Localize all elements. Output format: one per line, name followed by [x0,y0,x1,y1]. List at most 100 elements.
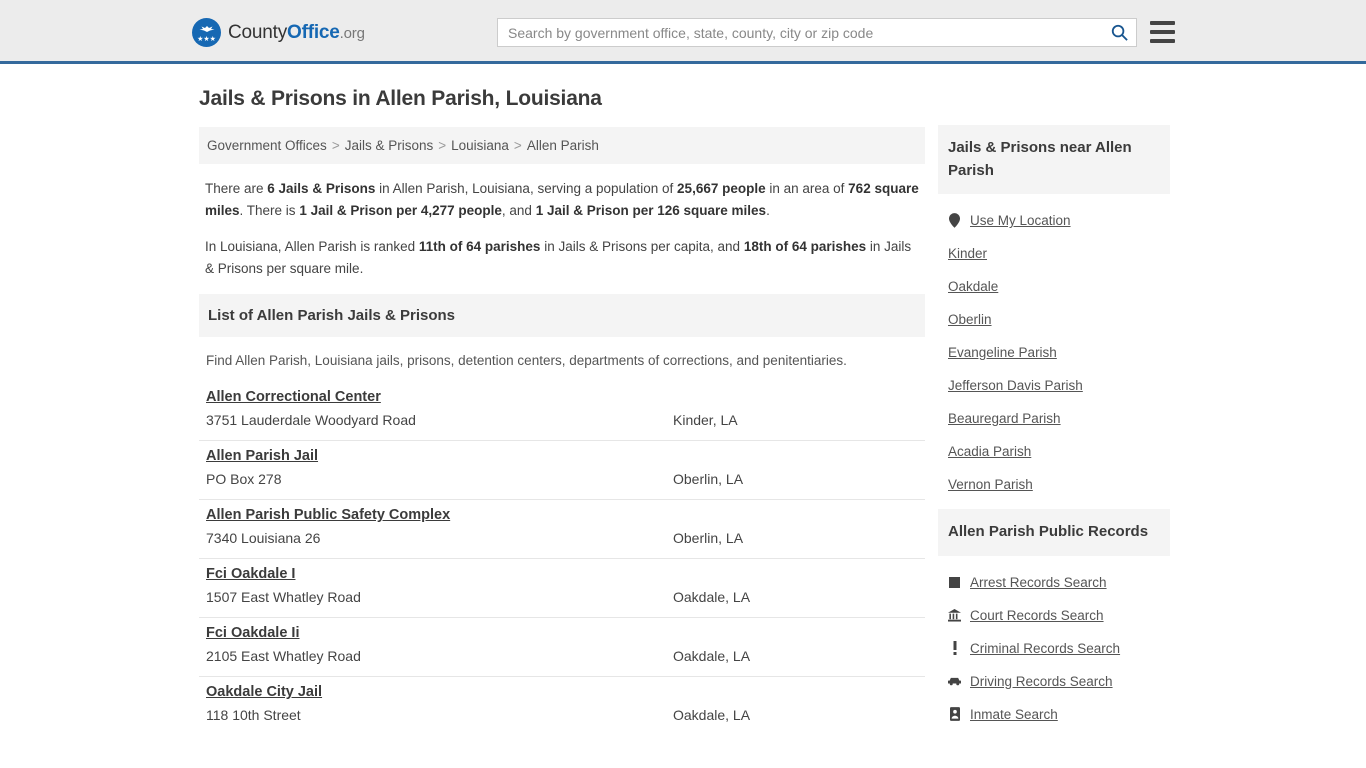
sidebar-item-label: Criminal Records Search [970,640,1121,656]
sidebar: Jails & Prisons near Allen Parish Use My… [938,125,1170,739]
public-records-body: Arrest Records Search Court Records Sear… [938,556,1170,735]
breadcrumb-item-2[interactable]: Louisiana [451,138,509,153]
stat-text: , and [501,202,536,218]
stat-text: in Jails & Prisons per capita, and [540,238,744,254]
sidebar-item-oberlin[interactable]: Oberlin [938,303,1170,336]
listing-row: Fci Oakdale Ii 2105 East Whatley Road Oa… [199,618,925,678]
sidebar-item-criminal-records-search[interactable]: Criminal Records Search [938,632,1170,665]
nearby-panel-body: Use My Location Kinder Oakdale Oberlin E… [938,194,1170,505]
listing-name-link[interactable]: Allen Correctional Center [206,389,381,405]
listings-container: Allen Correctional Center 3751 Lauderdal… [199,382,925,735]
search-button[interactable] [1102,19,1136,46]
sidebar-item-kinder[interactable]: Kinder [938,237,1170,270]
listing-address: 3751 Lauderdale Woodyard Road [206,412,416,429]
menu-bar-1 [1150,21,1175,25]
stat-value-per-area: 1 Jail & Prison per 126 square miles [535,202,767,218]
sidebar-item-label: Oberlin [948,312,992,327]
menu-bar-3 [1150,39,1175,43]
sidebar-item-label: Court Records Search [970,607,1104,623]
sidebar-item-jefferson-davis-parish[interactable]: Jefferson Davis Parish [938,369,1170,402]
sidebar-item-label: Vernon Parish [948,477,1033,492]
sidebar-item-label: Evangeline Parish [948,345,1057,360]
listing-city: Oberlin, LA [673,471,744,488]
nearby-panel-heading: Jails & Prisons near Allen Parish [938,125,1170,194]
sidebar-item-arrest-records-search[interactable]: Arrest Records Search [938,566,1170,599]
listing-detail-row: 1507 East Whatley Road Oakdale, LA [206,589,918,605]
sidebar-item-court-records-search[interactable]: Court Records Search [938,599,1170,632]
eagle-seal-icon: ★★★ [192,18,221,47]
statistics-block: There are 6 Jails & Prisons in Allen Par… [199,178,925,279]
breadcrumb-separator: > [331,138,340,153]
listing-row: Allen Parish Jail PO Box 278 Oberlin, LA [199,441,925,501]
listing-city: Kinder, LA [673,412,738,429]
sidebar-item-beauregard-parish[interactable]: Beauregard Parish [938,402,1170,435]
stat-rank-per-area: 18th of 64 parishes [743,238,867,254]
eagle-glyph [199,26,214,32]
search-icon [1111,24,1128,41]
listing-city: Oakdale, LA [673,648,751,665]
search-input[interactable] [498,19,1102,46]
stat-text: . There is [239,202,300,218]
listing-address: 7340 Louisiana 26 [206,530,321,547]
listing-city: Oakdale, LA [673,707,751,724]
fingerprint-square-icon [948,576,961,588]
main-content: Jails & Prisons in Allen Parish, Louisia… [199,87,925,735]
sidebar-item-label: Oakdale [948,279,999,294]
sidebar-item-evangeline-parish[interactable]: Evangeline Parish [938,336,1170,369]
listing-detail-row: 3751 Lauderdale Woodyard Road Kinder, LA [206,412,918,428]
site-header: ★★★ CountyOffice.org [0,0,1366,64]
stat-text: . [766,202,770,218]
listing-name-link[interactable]: Allen Parish Jail [206,448,318,464]
site-logo[interactable]: ★★★ CountyOffice.org [192,18,365,47]
listing-detail-row: 7340 Louisiana 26 Oberlin, LA [206,530,918,546]
listing-detail-row: 118 10th Street Oakdale, LA [206,707,918,723]
sidebar-item-oakdale[interactable]: Oakdale [938,270,1170,303]
sidebar-item-label: Jefferson Davis Parish [948,378,1083,393]
sidebar-item-label: Arrest Records Search [970,574,1107,590]
listing-name-link[interactable]: Allen Parish Public Safety Complex [206,507,450,523]
breadcrumb-item-0[interactable]: Government Offices [207,138,327,153]
exclamation-icon [948,641,961,655]
sidebar-item-inmate-search[interactable]: Inmate Search [938,698,1170,731]
sidebar-item-label: Driving Records Search [970,673,1113,689]
sidebar-item-acadia-parish[interactable]: Acadia Parish [938,435,1170,468]
public-records-panel: Allen Parish Public Records Arrest Recor… [938,509,1170,735]
listing-name-link[interactable]: Fci Oakdale Ii [206,625,300,641]
stat-value-per-capita: 1 Jail & Prison per 4,277 people [299,202,502,218]
public-records-heading: Allen Parish Public Records [938,509,1170,556]
nearby-panel: Jails & Prisons near Allen Parish Use My… [938,125,1170,505]
sidebar-item-use-my-location[interactable]: Use My Location [938,204,1170,237]
listing-city: Oakdale, LA [673,589,751,606]
logo-text-org: .org [339,24,365,42]
stat-rank-per-capita: 11th of 64 parishes [418,238,541,254]
listing-name-link[interactable]: Fci Oakdale I [206,566,295,582]
listing-detail-row: PO Box 278 Oberlin, LA [206,471,918,487]
sidebar-item-label: Acadia Parish [948,444,1032,459]
sidebar-item-label: Use My Location [970,213,1071,228]
listing-address: 118 10th Street [206,707,301,724]
stat-value-count: 6 Jails & Prisons [267,181,376,196]
courthouse-icon [948,608,961,622]
stars-glyph: ★★★ [197,36,216,43]
listing-row: Allen Correctional Center 3751 Lauderdal… [199,382,925,442]
listing-row: Allen Parish Public Safety Complex 7340 … [199,500,925,560]
list-section-subtitle: Find Allen Parish, Louisiana jails, pris… [206,353,847,369]
listing-address: PO Box 278 [206,471,282,488]
breadcrumb-item-1[interactable]: Jails & Prisons [345,138,434,153]
list-section-heading: List of Allen Parish Jails & Prisons [199,294,925,338]
sidebar-item-label: Beauregard Parish [948,411,1061,426]
stat-value-population: 25,667 people [677,181,766,196]
breadcrumb-separator: > [438,138,447,153]
breadcrumb-item-3[interactable]: Allen Parish [527,138,599,153]
listing-name-link[interactable]: Oakdale City Jail [206,684,322,700]
sidebar-item-driving-records-search[interactable]: Driving Records Search [938,665,1170,698]
breadcrumb-separator: > [513,138,522,153]
map-pin-icon [948,213,961,228]
hamburger-menu-icon[interactable] [1150,19,1175,45]
sidebar-item-label: Inmate Search [970,706,1058,722]
page-title: Jails & Prisons in Allen Parish, Louisia… [199,87,602,110]
listing-detail-row: 2105 East Whatley Road Oakdale, LA [206,648,918,664]
sidebar-item-vernon-parish[interactable]: Vernon Parish [938,468,1170,501]
listing-address: 2105 East Whatley Road [206,648,361,665]
stat-text: in an area of [765,181,849,196]
